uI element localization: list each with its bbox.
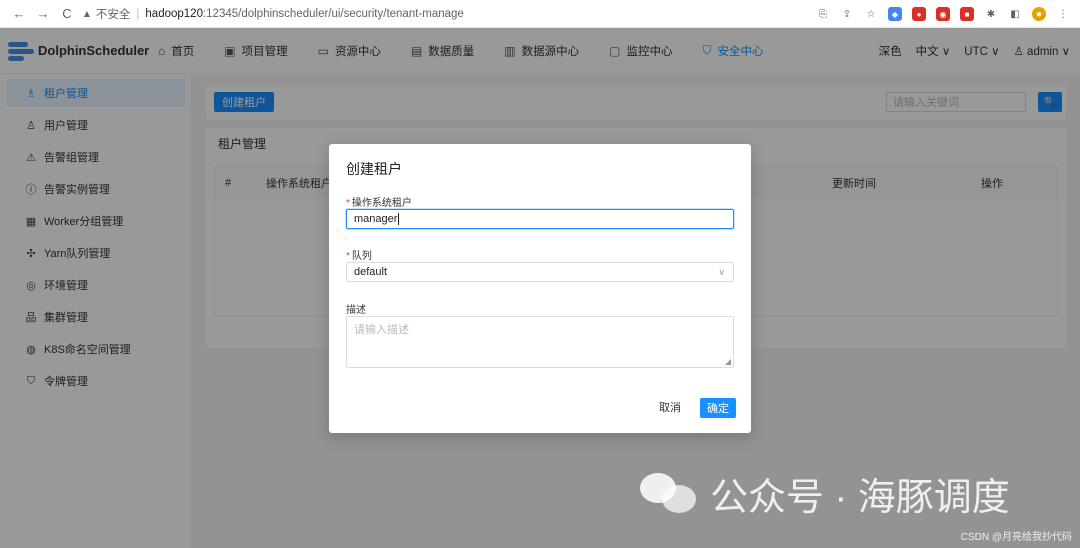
translate-icon[interactable]: ⎘ [816, 7, 830, 21]
select-value: default [354, 266, 388, 278]
tenant-field-label: * 操作系统租户 [346, 194, 412, 209]
extension-icon[interactable]: ■ [960, 7, 974, 21]
required-mark: * [346, 251, 350, 262]
resize-handle-icon[interactable]: ◢ [725, 357, 731, 366]
wechat-icon [640, 472, 696, 515]
description-field-label: 描述 [346, 305, 366, 316]
url-separator: | [136, 8, 140, 20]
queue-select[interactable]: default ∨ [346, 262, 734, 282]
sidepanel-icon[interactable]: ◧ [1008, 7, 1022, 21]
puzzle-icon[interactable]: ✱ [984, 7, 998, 21]
credit-text: CSDN @月亮给我抄代码 [960, 532, 1072, 543]
create-tenant-modal: 创建租户 * 操作系统租户 manager * 队列 default ∨ 描述 请输入… [329, 144, 751, 433]
chevron-down-icon: ∨ [718, 266, 725, 277]
description-textarea[interactable]: 请输入描述 ◢ [346, 316, 734, 368]
url-host: hadoop120 [145, 8, 203, 20]
forward-icon[interactable]: → [32, 3, 54, 25]
modal-title: 创建租户 [346, 161, 402, 177]
required-mark: * [346, 198, 350, 209]
label-text: 操作系统租户 [351, 198, 412, 209]
wechat-watermark: 公众号 · 海豚调度 [640, 466, 1010, 521]
cancel-button[interactable]: 取消 [659, 399, 681, 415]
insecure-label: 不安全 [95, 9, 131, 21]
browser-toolbar: ← → C ▲ 不安全 | hadoop120 :12345/dolphinsc… [0, 0, 1080, 28]
text-caret [398, 213, 400, 225]
input-value: manager [354, 213, 398, 225]
shield-extension-icon[interactable]: ◉ [936, 7, 950, 21]
share-icon[interactable]: ⇪ [840, 7, 854, 21]
queue-field-label: * 队列 [346, 247, 372, 262]
confirm-button[interactable]: 确定 [700, 398, 736, 418]
extension-icon[interactable]: ◆ [888, 7, 902, 21]
warning-icon: ▲ [82, 8, 92, 20]
label-text: 队列 [351, 251, 372, 262]
watermark-text: 公众号 · 海豚调度 [710, 477, 1010, 519]
extension-icon[interactable]: ● [912, 7, 926, 21]
tenant-code-input[interactable]: manager [346, 209, 734, 229]
url-path: :12345/dolphinscheduler/ui/security/tena… [202, 8, 464, 20]
back-icon[interactable]: ← [8, 3, 30, 25]
textarea-placeholder: 请输入描述 [354, 324, 409, 336]
profile-avatar[interactable]: ● [1032, 7, 1046, 21]
more-icon[interactable]: ⋮ [1056, 7, 1070, 21]
reload-icon[interactable]: C [56, 3, 78, 25]
address-bar[interactable]: ▲ 不安全 | hadoop120 :12345/dolphinschedule… [76, 4, 916, 24]
browser-extensions: ⎘ ⇪ ☆ ◆ ● ◉ ■ ✱ ◧ ● ⋮ [816, 4, 1070, 24]
star-icon[interactable]: ☆ [864, 7, 878, 21]
